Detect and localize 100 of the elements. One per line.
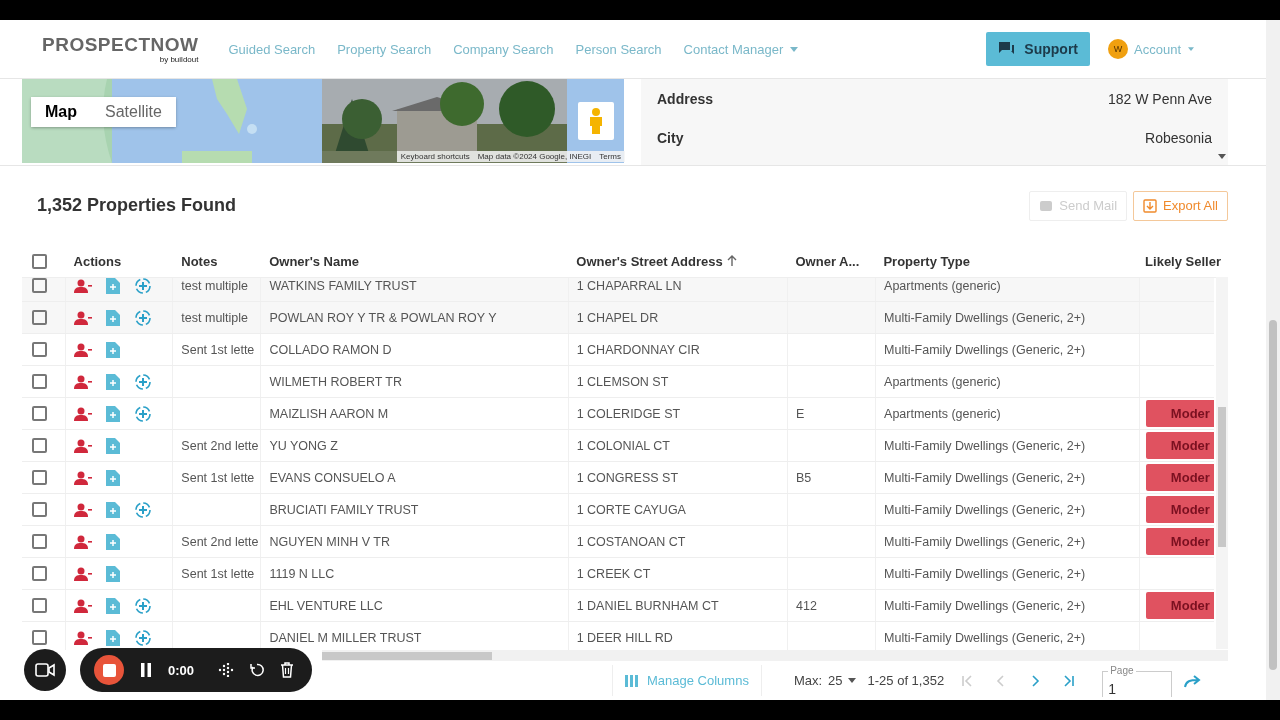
notes-cell: Sent 1st lette <box>181 566 255 581</box>
support-button[interactable]: Support <box>986 32 1090 66</box>
row-checkbox[interactable] <box>32 566 47 581</box>
vertical-scrollbar[interactable] <box>1216 277 1228 649</box>
owner-name-cell: 1119 N LLC <box>269 566 335 581</box>
address-cell: 1 CHAPEL DR <box>576 310 659 325</box>
notes-cell: Sent 1st lette <box>181 342 255 357</box>
restart-icon[interactable] <box>250 663 265 677</box>
locate-icon[interactable] <box>133 500 152 519</box>
person-icon[interactable] <box>73 342 92 357</box>
locate-icon[interactable] <box>133 404 152 423</box>
column-header[interactable]: Actions <box>73 253 122 269</box>
logo[interactable]: PROSPECTNOW by buildout <box>42 34 199 64</box>
property-type-cell: Multi-Family Dwellings (Generic, 2+) <box>884 534 1086 549</box>
go-arrow-icon[interactable] <box>1184 673 1203 688</box>
horizontal-scrollbar[interactable] <box>322 650 1228 661</box>
person-icon[interactable] <box>73 630 92 645</box>
row-checkbox[interactable] <box>32 374 47 389</box>
locate-icon[interactable] <box>133 308 152 327</box>
column-header[interactable]: Property Type <box>883 253 970 269</box>
column-header[interactable]: Likely Seller <box>1145 253 1221 269</box>
avatar[interactable]: W <box>1108 39 1128 59</box>
row-checkbox[interactable] <box>32 438 47 453</box>
notes-cell: Sent 2nd lette <box>181 438 259 453</box>
scroll-down-icon[interactable] <box>1218 154 1226 159</box>
max-label: Max: <box>793 673 823 688</box>
map-attribution[interactable]: Map data ©2024 Google, INEGI <box>477 152 592 161</box>
map-type-tab[interactable]: Map <box>31 97 91 127</box>
address-cell: 1 DANIEL BURNHAM CT <box>576 598 719 613</box>
column-header[interactable]: Owner's Name <box>269 253 359 269</box>
person-icon[interactable] <box>73 278 92 293</box>
export-icon <box>1143 198 1158 213</box>
person-icon[interactable] <box>73 470 92 485</box>
person-icon[interactable] <box>73 534 92 549</box>
person-icon[interactable] <box>73 374 92 389</box>
table-cell: E <box>796 406 805 421</box>
likely-seller-badge: Moder <box>1145 496 1214 523</box>
person-icon[interactable] <box>73 310 92 325</box>
map-attribution[interactable]: Keyboard shortcuts <box>400 152 470 161</box>
likely-seller-badge: Moder <box>1145 432 1214 459</box>
person-icon[interactable] <box>73 502 92 517</box>
notes-cell: Sent 2nd lette <box>181 534 259 549</box>
row-checkbox[interactable] <box>32 278 47 293</box>
detail-label: City <box>657 129 684 146</box>
owner-name-cell: POWLAN ROY Y TR & POWLAN ROY Y <box>269 310 497 325</box>
stop-button[interactable] <box>94 655 124 685</box>
column-header[interactable]: Notes <box>181 253 218 269</box>
address-cell: 1 CHAPARRAL LN <box>576 278 682 293</box>
owner-name-cell: BRUCIATI FAMILY TRUST <box>269 502 419 517</box>
owner-name-cell: WATKINS FAMILY TRUST <box>269 278 417 293</box>
detail-label: Address <box>657 90 714 107</box>
row-checkbox[interactable] <box>32 310 47 325</box>
map-attribution[interactable]: Terms <box>599 152 621 161</box>
likely-seller-badge: Moder <box>1145 400 1214 427</box>
likely-seller-badge: Moder <box>1145 528 1214 555</box>
select-all-checkbox[interactable] <box>32 253 47 269</box>
mail-icon <box>1039 199 1054 212</box>
locate-icon[interactable] <box>133 596 152 615</box>
row-checkbox[interactable] <box>32 406 47 421</box>
owner-name-cell: YU YONG Z <box>269 438 338 453</box>
address-cell: 1 CONGRESS ST <box>576 470 679 485</box>
last-page-icon[interactable] <box>1062 673 1077 688</box>
row-checkbox[interactable] <box>32 342 47 357</box>
address-cell: 1 DEER HILL RD <box>576 630 673 645</box>
owner-name-cell: COLLADO RAMON D <box>269 342 392 357</box>
locate-icon[interactable] <box>133 372 152 391</box>
notes-cell: test multiple <box>181 310 249 325</box>
person-icon[interactable] <box>73 598 92 613</box>
pause-icon[interactable] <box>140 663 152 677</box>
timer: 0:00 <box>168 662 195 678</box>
person-icon[interactable] <box>73 566 92 581</box>
property-type-cell: Multi-Family Dwellings (Generic, 2+) <box>884 310 1086 325</box>
column-header[interactable]: Owner's Street Address <box>576 253 723 269</box>
page-size-select[interactable]: 25 <box>828 673 856 688</box>
row-checkbox[interactable] <box>32 630 47 645</box>
likely-seller-badge: Moder <box>1145 464 1214 491</box>
trash-icon[interactable] <box>280 662 295 678</box>
column-header[interactable]: Owner A... <box>795 253 860 269</box>
sort-arrow-icon[interactable] <box>726 255 737 267</box>
locate-icon[interactable] <box>133 628 152 647</box>
row-checkbox[interactable] <box>32 598 47 613</box>
notes-cell: Sent 1st lette <box>181 470 255 485</box>
address-cell: 1 COLERIDGE ST <box>576 406 681 421</box>
property-type-cell: Multi-Family Dwellings (Generic, 2+) <box>884 470 1086 485</box>
page-scrollbar[interactable] <box>1266 20 1280 700</box>
person-icon[interactable] <box>73 438 92 453</box>
grid-icon[interactable] <box>218 663 235 677</box>
map-type-tab[interactable]: Satellite <box>91 97 176 127</box>
caret-icon <box>1188 47 1194 51</box>
row-checkbox[interactable] <box>32 470 47 485</box>
row-checkbox[interactable] <box>32 534 47 549</box>
address-cell: 1 CORTE CAYUGA <box>576 502 686 517</box>
detail-value: Robesonia <box>1145 129 1212 146</box>
address-cell: 1 CLEMSON ST <box>576 374 669 389</box>
caret-icon <box>847 678 856 683</box>
locate-icon[interactable] <box>133 278 152 295</box>
camera-button[interactable] <box>24 649 66 691</box>
property-type-cell: Apartments (generic) <box>884 406 1001 421</box>
person-icon[interactable] <box>73 406 92 421</box>
row-checkbox[interactable] <box>32 502 47 517</box>
